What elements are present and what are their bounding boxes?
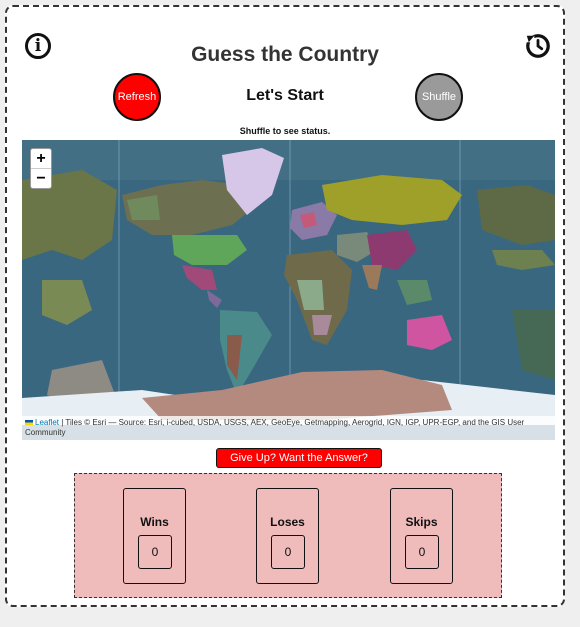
world-map[interactable]: + − Leaflet | Tiles © Esri — Source: Esr… [22,140,555,440]
stat-value: 0 [271,535,305,569]
stat-skips: Skips 0 [390,488,453,584]
shuffle-button[interactable]: Shuffle [415,73,463,121]
stats-panel: Wins 0 Loses 0 Skips 0 [74,473,502,598]
map-attribution: Leaflet | Tiles © Esri — Source: Esri, i… [22,416,555,440]
stat-value: 0 [405,535,439,569]
zoom-control: + − [30,148,52,189]
zoom-in-button[interactable]: + [31,149,51,169]
stat-loses: Loses 0 [256,488,319,584]
ukraine-flag-icon [25,420,33,425]
status-text: Shuffle to see status. [239,126,331,136]
page-title: Guess the Country [191,43,379,66]
question-text: Let's Start [246,87,324,104]
attribution-text: | Tiles © Esri — Source: Esri, i-cubed, … [25,418,525,437]
give-up-button[interactable]: Give Up? Want the Answer? [216,448,382,468]
stat-label: Wins [140,515,169,529]
stat-label: Loses [270,515,305,529]
game-card: i Guess the Country Refresh Let's Start … [5,5,565,607]
leaflet-link[interactable]: Leaflet [35,418,59,427]
stat-value: 0 [138,535,172,569]
stat-label: Skips [405,515,438,529]
zoom-out-button[interactable]: − [31,169,51,188]
stat-wins: Wins 0 [123,488,186,584]
map-tiles [22,140,555,440]
